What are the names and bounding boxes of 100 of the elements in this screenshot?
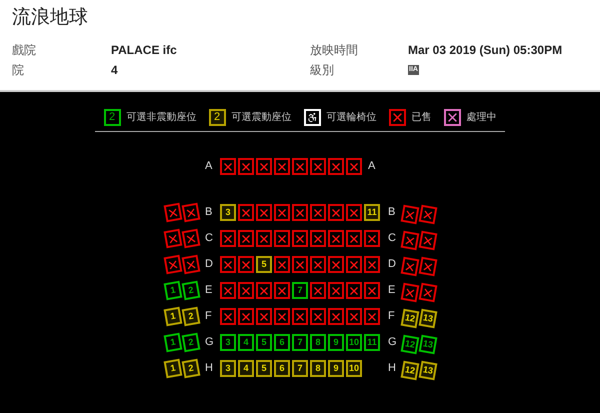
seat[interactable]	[238, 158, 254, 175]
seat[interactable]: 9	[328, 334, 344, 351]
seat[interactable]	[418, 282, 438, 302]
seat[interactable]: 9	[328, 360, 344, 377]
seat[interactable]: 5	[256, 334, 272, 351]
seat[interactable]	[292, 230, 308, 247]
seat[interactable]	[274, 282, 290, 299]
seat[interactable]	[274, 256, 290, 273]
seat[interactable]	[274, 230, 290, 247]
seat[interactable]: 4	[238, 360, 254, 377]
seat[interactable]	[418, 256, 438, 276]
seat[interactable]: 7	[292, 334, 308, 351]
seat[interactable]: 3	[220, 334, 236, 351]
seat[interactable]	[292, 256, 308, 273]
seat[interactable]	[328, 230, 344, 247]
seat[interactable]	[346, 158, 362, 175]
seat[interactable]	[164, 254, 182, 274]
seat[interactable]	[310, 204, 326, 221]
seat[interactable]: 11	[364, 204, 380, 221]
seat[interactable]	[400, 204, 420, 224]
seat[interactable]	[310, 282, 326, 299]
seat[interactable]: 1	[164, 332, 182, 352]
seat[interactable]	[418, 230, 438, 250]
seat[interactable]: 2	[182, 332, 200, 352]
seat[interactable]	[328, 308, 344, 325]
seat[interactable]	[256, 230, 272, 247]
seat[interactable]	[182, 228, 200, 248]
seat[interactable]: 1	[164, 280, 182, 300]
seat[interactable]	[310, 230, 326, 247]
seat[interactable]	[310, 256, 326, 273]
seat[interactable]	[364, 230, 380, 247]
seat[interactable]	[256, 204, 272, 221]
seat[interactable]: 13	[418, 360, 438, 380]
seat[interactable]	[256, 282, 272, 299]
seat[interactable]	[346, 308, 362, 325]
seat[interactable]	[238, 256, 254, 273]
seat[interactable]: 5	[256, 360, 272, 377]
seat[interactable]	[274, 158, 290, 175]
seat[interactable]: 1	[164, 358, 182, 378]
seat[interactable]	[346, 256, 362, 273]
seat[interactable]	[256, 308, 272, 325]
seat[interactable]: 8	[310, 334, 326, 351]
seat[interactable]	[292, 308, 308, 325]
seat[interactable]	[164, 202, 182, 222]
seat[interactable]	[400, 282, 420, 302]
seat[interactable]	[292, 204, 308, 221]
seat[interactable]	[256, 158, 272, 175]
seat[interactable]	[220, 256, 236, 273]
row-label: F	[388, 309, 396, 324]
seat[interactable]: 12	[400, 334, 420, 354]
seat[interactable]: 7	[292, 282, 308, 299]
seat[interactable]	[238, 308, 254, 325]
seat[interactable]: 7	[292, 360, 308, 377]
cross-icon	[313, 208, 323, 218]
seat[interactable]	[274, 308, 290, 325]
seat[interactable]: 3	[220, 360, 236, 377]
seat[interactable]: 2	[182, 306, 200, 326]
seat[interactable]	[346, 204, 362, 221]
seat[interactable]	[220, 282, 236, 299]
seat[interactable]	[364, 282, 380, 299]
seat[interactable]: 1	[164, 306, 182, 326]
seat[interactable]: 12	[400, 360, 420, 380]
seat[interactable]	[328, 256, 344, 273]
seat[interactable]: 8	[310, 360, 326, 377]
seat[interactable]	[400, 230, 420, 250]
seat[interactable]: 11	[364, 334, 380, 351]
seat[interactable]: 10	[346, 334, 362, 351]
seat[interactable]: 2	[182, 280, 200, 300]
seat[interactable]: 6	[274, 360, 290, 377]
seat[interactable]	[238, 204, 254, 221]
seat[interactable]	[220, 308, 236, 325]
seat[interactable]	[220, 158, 236, 175]
seat[interactable]	[418, 204, 438, 224]
seat[interactable]: 2	[182, 358, 200, 378]
seat[interactable]	[182, 202, 200, 222]
seat[interactable]: 3	[220, 204, 236, 221]
seat[interactable]: 6	[274, 334, 290, 351]
seat[interactable]: 13	[418, 308, 438, 328]
seat[interactable]	[274, 204, 290, 221]
seat[interactable]	[328, 204, 344, 221]
seat[interactable]	[364, 256, 380, 273]
seat[interactable]	[238, 230, 254, 247]
seat[interactable]: 10	[346, 360, 362, 377]
seat[interactable]	[346, 230, 362, 247]
seat[interactable]: 4	[238, 334, 254, 351]
seat[interactable]	[310, 158, 326, 175]
seat[interactable]	[238, 282, 254, 299]
seat[interactable]	[400, 256, 420, 276]
seat[interactable]	[220, 230, 236, 247]
seat[interactable]	[328, 158, 344, 175]
seat[interactable]	[310, 308, 326, 325]
seat[interactable]	[364, 308, 380, 325]
seat[interactable]	[292, 158, 308, 175]
seat[interactable]: 13	[418, 334, 438, 354]
seat[interactable]	[182, 254, 200, 274]
seat[interactable]	[346, 282, 362, 299]
seat[interactable]: 5	[256, 256, 272, 273]
seat[interactable]: 12	[400, 308, 420, 328]
seat[interactable]	[328, 282, 344, 299]
seat[interactable]	[164, 228, 182, 248]
